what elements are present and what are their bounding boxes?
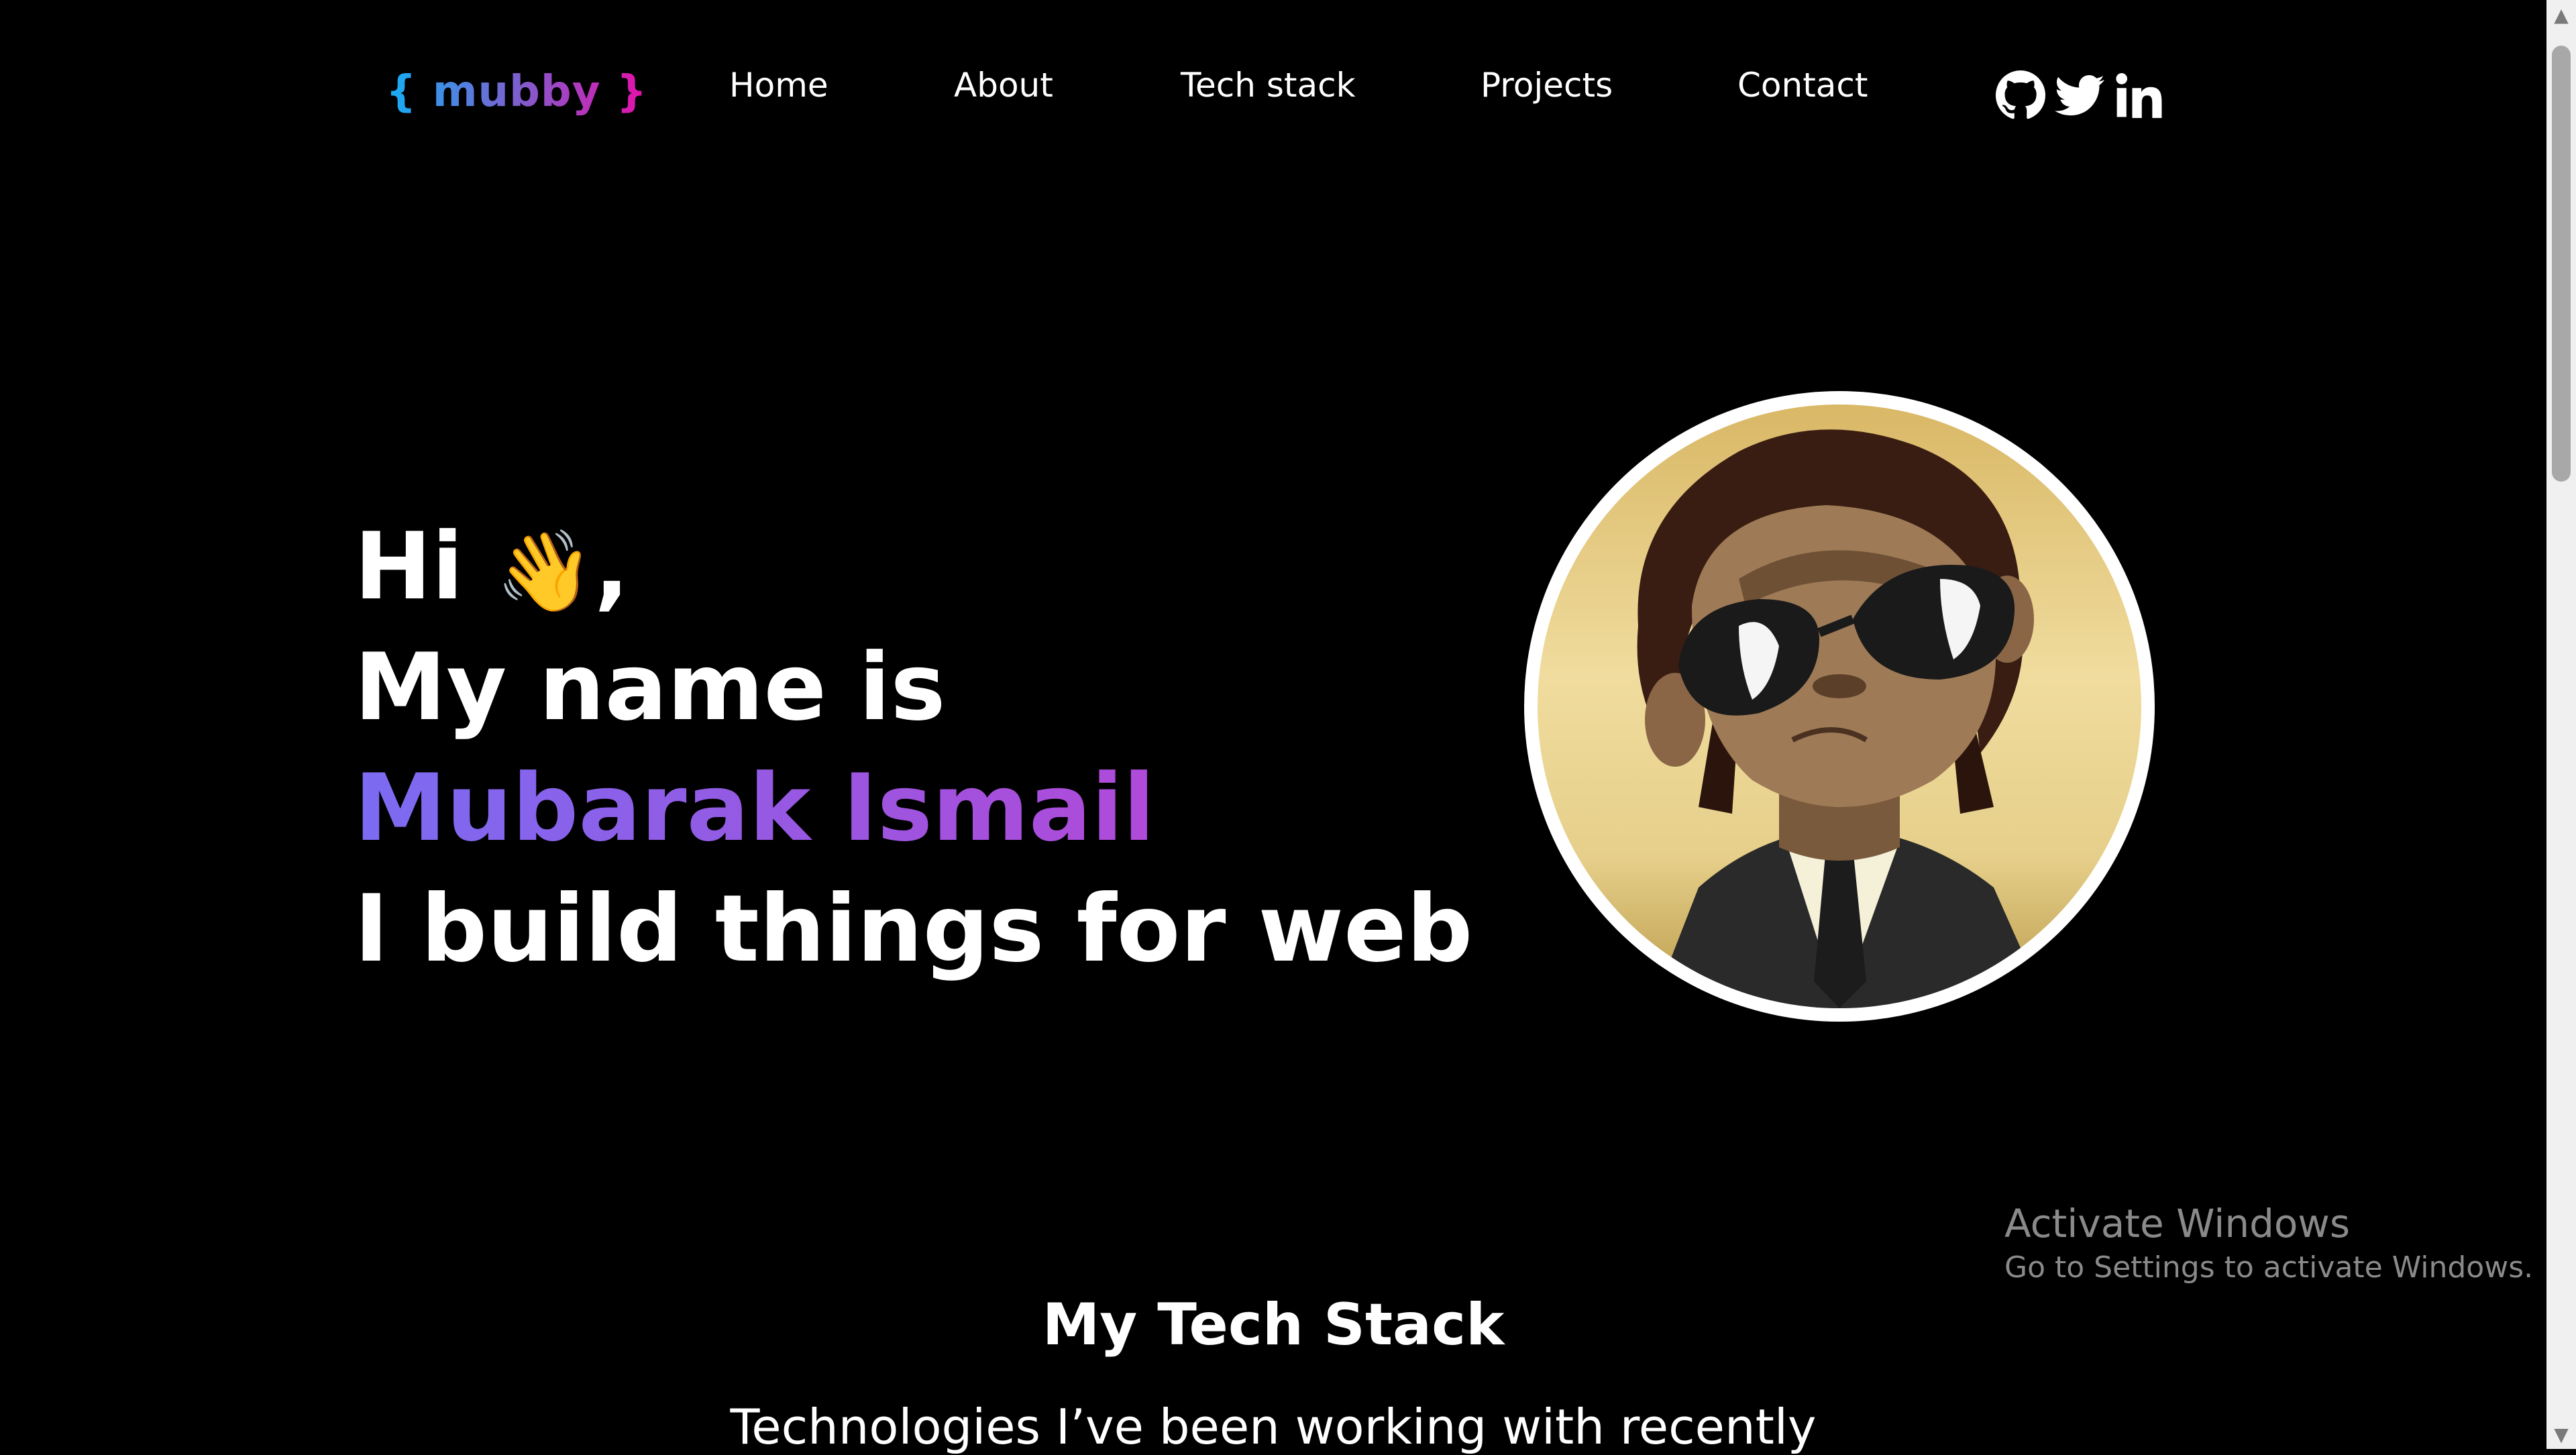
tech-stack-subtitle: Technologies I’ve been working with rece… [730, 1399, 1817, 1455]
portfolio-page: { mubby } Home About Tech stack Projects… [0, 0, 2546, 1455]
nav-contact[interactable]: Contact [1737, 66, 1868, 105]
scrollbar-thumb[interactable] [2552, 46, 2571, 482]
greeting-comma: , [594, 513, 630, 621]
tech-stack-title: My Tech Stack [1042, 1291, 1505, 1358]
avatar-illustration [1538, 405, 2141, 1008]
linkedin-icon[interactable] [2114, 70, 2163, 120]
nav-about[interactable]: About [954, 66, 1053, 105]
hero-intro-line: My name is [354, 633, 946, 741]
vertical-scrollbar[interactable]: ▲ ▼ [2546, 0, 2576, 1449]
activate-windows-watermark: Activate Windows Go to Settings to activ… [2004, 1199, 2533, 1288]
waving-hand-icon: 👋 [495, 525, 594, 617]
scroll-down-arrow-icon[interactable]: ▼ [2546, 1419, 2576, 1449]
nav-tech-stack[interactable]: Tech stack [1181, 66, 1356, 105]
greeting-text: Hi [354, 513, 464, 621]
hero-name: Mubarak Ismail [354, 748, 1155, 869]
twitter-icon[interactable] [2055, 70, 2104, 120]
hero-name-text: Mubarak Ismail [354, 754, 1155, 862]
github-icon[interactable] [1996, 70, 2045, 120]
nav-home[interactable]: Home [729, 66, 828, 105]
main-nav: Home About Tech stack Projects Contact [0, 66, 2546, 113]
profile-avatar [1524, 391, 2155, 1022]
nav-projects[interactable]: Projects [1481, 66, 1613, 105]
activate-windows-subtitle: Go to Settings to activate Windows. [2004, 1250, 2534, 1285]
activate-windows-title: Activate Windows [2004, 1201, 2351, 1246]
hero-greeting: Hi 👋, [354, 506, 629, 631]
hero-tagline: I build things for web [354, 875, 1473, 983]
scroll-up-arrow-icon[interactable]: ▲ [2546, 0, 2576, 30]
